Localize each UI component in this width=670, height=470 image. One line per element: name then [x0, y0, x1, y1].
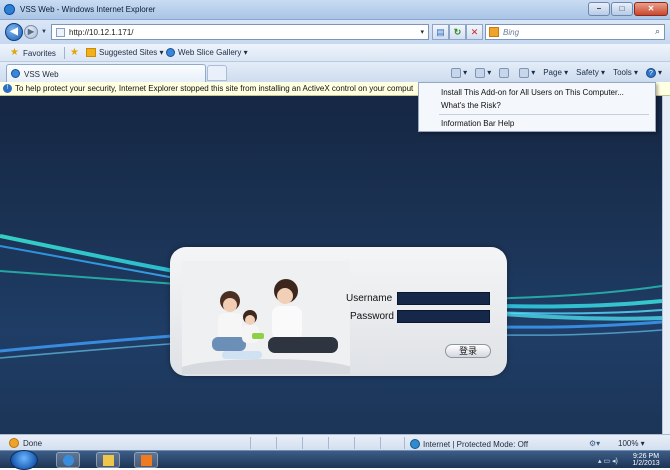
menu-item-whats-the-risk[interactable]: What's the Risk?	[441, 101, 501, 110]
search-placeholder: Bing	[503, 28, 520, 37]
bing-icon	[489, 27, 499, 37]
tools-menu[interactable]: Tools ▾	[613, 68, 638, 77]
page-content: Username Password 登录	[0, 96, 662, 434]
maximize-button[interactable]: □	[611, 2, 633, 16]
system-tray: ▴ ▭ ◂) 9:26 PM 1/2/2013	[594, 453, 664, 467]
zone-text: Internet | Protected Mode: Off	[423, 439, 529, 449]
username-label: Username	[346, 293, 393, 304]
media-player-icon	[141, 455, 152, 466]
forward-button[interactable]: ▶	[24, 25, 38, 39]
zoom-level[interactable]: 100% ▾	[618, 439, 645, 448]
taskbar: ▴ ▭ ◂) 9:26 PM 1/2/2013	[0, 450, 670, 470]
password-input[interactable]	[397, 310, 490, 323]
command-bar: ▾ ▾ ▾ Page ▾ Safety ▾ Tools ▾ ? ▾	[451, 65, 670, 80]
web-slice-gallery-label: Web Slice Gallery ▾	[178, 48, 248, 57]
print-icon	[519, 67, 530, 78]
menu-separator	[439, 114, 649, 115]
tab-vss-web[interactable]: VSS Web	[6, 64, 206, 82]
navigation-bar: ◀ ▶ ▼ http://10.12.1.171/ ▾ ▤ ↻ ✕ Bing ⌕	[0, 20, 670, 44]
information-bar-menu: Install This Add-on for All Users on Thi…	[418, 82, 656, 132]
globe-icon	[410, 439, 420, 449]
back-button[interactable]: ◀	[5, 23, 23, 41]
search-box[interactable]: Bing ⌕	[485, 24, 665, 40]
help-button[interactable]: ? ▾	[645, 67, 662, 78]
vertical-scrollbar[interactable]	[662, 96, 670, 434]
page-icon	[56, 28, 65, 37]
status-text: Done	[23, 439, 43, 448]
login-button[interactable]: 登录	[445, 344, 491, 358]
clock[interactable]: 9:26 PM 1/2/2013	[630, 453, 662, 467]
ie-page-icon	[166, 48, 175, 57]
username-input[interactable]	[397, 292, 490, 305]
feeds-button[interactable]: ▾	[475, 67, 491, 78]
ie-page-icon	[11, 69, 20, 78]
search-icon[interactable]: ⌕	[655, 26, 660, 37]
tab-row: VSS Web ▾ ▾ ▾ Page ▾ Safety ▾ Tools ▾ ? ▾	[0, 62, 670, 82]
password-label: Password	[350, 311, 394, 322]
menu-item-install-addon[interactable]: Install This Add-on for All Users on Thi…	[441, 88, 624, 97]
home-icon	[451, 67, 462, 78]
information-bar-text: To help protect your security, Internet …	[15, 84, 414, 93]
url-text[interactable]: http://10.12.1.171/	[69, 28, 134, 37]
stop-button[interactable]: ✕	[466, 24, 483, 40]
folder-icon	[103, 455, 114, 466]
clock-time: 9:26 PM	[632, 453, 660, 460]
tray-icons[interactable]: ▴ ▭ ◂)	[598, 457, 618, 465]
close-button[interactable]: ✕	[634, 2, 668, 16]
print-button[interactable]: ▾	[519, 67, 535, 78]
tab-label: VSS Web	[24, 70, 59, 79]
safety-menu[interactable]: Safety ▾	[576, 68, 605, 77]
minimize-button[interactable]: –	[588, 2, 610, 16]
security-zone[interactable]: Internet | Protected Mode: Off	[410, 439, 528, 449]
feeds-icon	[475, 67, 486, 78]
favorites-button[interactable]: ★ Favorites	[10, 48, 56, 58]
window-title: VSS Web - Windows Internet Explorer	[20, 5, 156, 14]
status-bar: Done Internet | Protected Mode: Off ⚙▾ 1…	[0, 434, 670, 450]
taskbar-ie-button[interactable]	[56, 452, 80, 468]
page-menu[interactable]: Page ▾	[543, 68, 568, 77]
family-photo	[182, 261, 350, 374]
address-dropdown-icon[interactable]: ▾	[420, 28, 424, 36]
suggested-sites-icon	[86, 48, 96, 57]
refresh-button[interactable]: ↻	[449, 24, 466, 40]
menu-item-information-bar-help[interactable]: Information Bar Help	[441, 119, 514, 128]
shield-icon: !	[3, 84, 12, 93]
recent-pages-dropdown[interactable]: ▼	[41, 29, 47, 35]
favorites-label: Favorites	[23, 48, 56, 58]
new-tab-button[interactable]	[207, 65, 227, 81]
clock-date: 1/2/2013	[632, 460, 660, 467]
suggested-sites-label: Suggested Sites ▾	[99, 48, 164, 57]
home-button[interactable]: ▾	[451, 67, 467, 78]
star-icon: ★	[10, 47, 19, 58]
login-panel: Username Password 登录	[170, 247, 507, 376]
ie-logo-icon	[4, 4, 15, 15]
favorites-bar: ★ Favorites ★ Suggested Sites ▾ Web Slic…	[0, 44, 670, 62]
ie-icon	[63, 455, 74, 466]
address-bar[interactable]: http://10.12.1.171/ ▾	[51, 24, 429, 40]
taskbar-media-player-button[interactable]	[134, 452, 158, 468]
title-bar: VSS Web - Windows Internet Explorer – □ …	[0, 0, 670, 20]
browser-window: VSS Web - Windows Internet Explorer – □ …	[0, 0, 670, 470]
protected-mode-icon[interactable]: ⚙▾	[589, 439, 600, 448]
start-button[interactable]	[10, 450, 38, 470]
page-status-icon	[9, 438, 19, 448]
mail-icon	[499, 67, 510, 78]
mail-button[interactable]	[499, 67, 511, 78]
taskbar-explorer-button[interactable]	[96, 452, 120, 468]
favorite-web-slice-gallery[interactable]: Web Slice Gallery ▾	[166, 48, 248, 57]
compatibility-view-button[interactable]: ▤	[432, 24, 449, 40]
help-icon: ?	[645, 67, 656, 78]
favorite-suggested-sites[interactable]: Suggested Sites ▾	[86, 48, 164, 57]
add-favorites-icon[interactable]: ★	[70, 48, 83, 58]
